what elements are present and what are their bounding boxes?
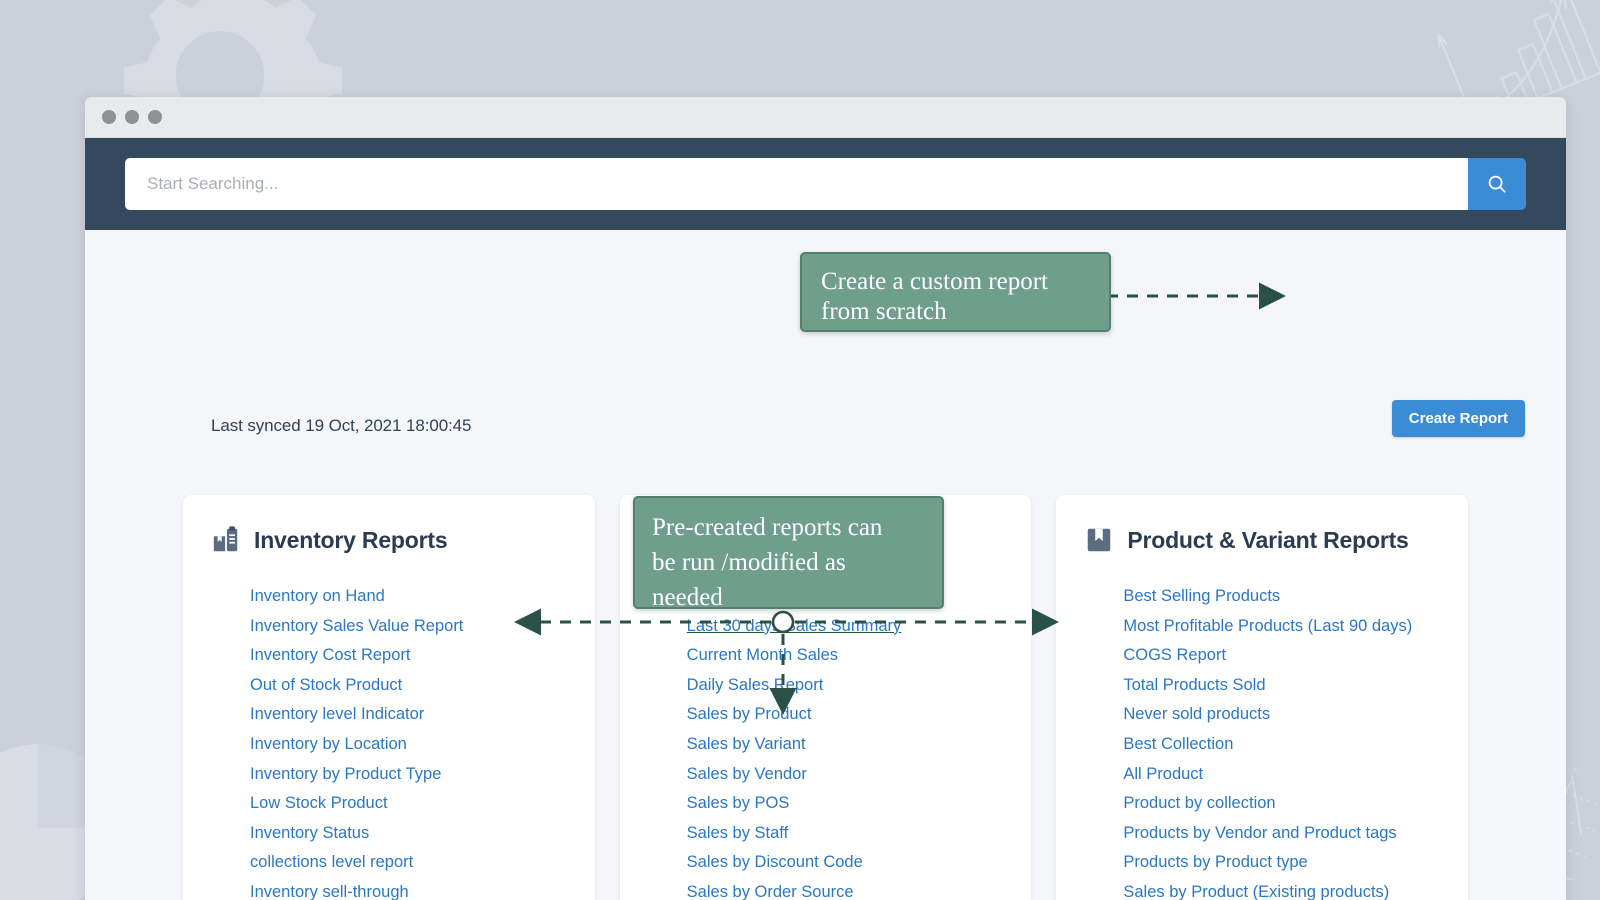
report-link[interactable]: Inventory level Indicator: [250, 700, 567, 730]
report-link[interactable]: Sales by Vendor: [687, 760, 1004, 790]
search-icon: [1486, 173, 1508, 195]
search-bar: [85, 138, 1566, 230]
report-link[interactable]: Sales by Product: [687, 700, 1004, 730]
report-link[interactable]: Out of Stock Product: [250, 671, 567, 701]
report-link[interactable]: COGS Report: [1123, 641, 1440, 671]
report-link[interactable]: Inventory Status: [250, 819, 567, 849]
report-link[interactable]: Current Month Sales: [687, 641, 1004, 671]
report-link[interactable]: Total Products Sold: [1123, 671, 1440, 701]
report-link[interactable]: Sales by Staff: [687, 819, 1004, 849]
report-link[interactable]: Product by collection: [1123, 789, 1440, 819]
report-link[interactable]: Most Profitable Products (Last 90 days): [1123, 612, 1440, 642]
annotation-line: Create a custom report: [821, 267, 1109, 297]
search-input[interactable]: [125, 158, 1468, 210]
report-link[interactable]: Products by Vendor and Product tags: [1123, 819, 1440, 849]
report-link[interactable]: Inventory Sales Value Report: [250, 612, 567, 642]
report-link[interactable]: Sales by Discount Code: [687, 848, 1004, 878]
clipboard-report-icon: [211, 525, 241, 555]
window-close-button[interactable]: [102, 110, 116, 124]
annotation-line: be run /modified as: [652, 545, 922, 580]
window-minimize-button[interactable]: [125, 110, 139, 124]
report-link[interactable]: collections level report: [250, 848, 567, 878]
report-link[interactable]: Low Stock Product: [250, 789, 567, 819]
product-card-links: Best Selling Products Most Profitable Pr…: [1056, 582, 1468, 900]
report-link[interactable]: All Product: [1123, 760, 1440, 790]
annotation-line: needed: [652, 580, 922, 615]
report-link[interactable]: Inventory by Location: [250, 730, 567, 760]
inventory-reports-card: Inventory Reports Inventory on Hand Inve…: [183, 495, 595, 900]
book-bookmark-icon: [1084, 525, 1114, 555]
report-link[interactable]: Sales by Variant: [687, 730, 1004, 760]
inventory-card-header: Inventory Reports: [183, 525, 595, 555]
sales-card-links: Last 24 hours orders Last 30 days Sales …: [620, 582, 1032, 900]
annotation-create-report: Create a custom report from scratch: [800, 252, 1111, 332]
report-link[interactable]: Inventory by Product Type: [250, 760, 567, 790]
window-maximize-button[interactable]: [148, 110, 162, 124]
product-card-title: Product & Variant Reports: [1127, 527, 1408, 554]
report-link[interactable]: Last 30 days Sales Summary: [687, 612, 1004, 642]
create-report-button[interactable]: Create Report: [1392, 400, 1525, 437]
report-link[interactable]: Inventory sell-through: [250, 878, 567, 900]
report-link[interactable]: Daily Sales Report: [687, 671, 1004, 701]
product-variant-reports-card: Product & Variant Reports Best Selling P…: [1056, 495, 1468, 900]
annotation-line: Pre-created reports can: [652, 510, 922, 545]
product-card-header: Product & Variant Reports: [1056, 525, 1468, 555]
inventory-card-title: Inventory Reports: [254, 527, 447, 554]
annotation-pre-created: Pre-created reports can be run /modified…: [633, 496, 944, 609]
report-link[interactable]: Best Collection: [1123, 730, 1440, 760]
report-link[interactable]: Inventory Cost Report: [250, 641, 567, 671]
report-link[interactable]: Inventory on Hand: [250, 582, 567, 612]
report-link[interactable]: Sales by Order Source: [687, 878, 1004, 900]
browser-titlebar: [85, 97, 1566, 138]
last-synced-label: Last synced 19 Oct, 2021 18:00:45: [211, 416, 471, 436]
report-link[interactable]: Best Selling Products: [1123, 582, 1440, 612]
inventory-card-links: Inventory on Hand Inventory Sales Value …: [183, 582, 595, 900]
report-link[interactable]: Never sold products: [1123, 700, 1440, 730]
search-field-group: [125, 158, 1526, 210]
search-submit-button[interactable]: [1468, 158, 1526, 210]
annotation-line: from scratch: [821, 297, 1109, 327]
report-link[interactable]: Products by Product type: [1123, 848, 1440, 878]
report-link[interactable]: Sales by Product (Existing products): [1123, 878, 1440, 900]
report-link[interactable]: Sales by POS: [687, 789, 1004, 819]
